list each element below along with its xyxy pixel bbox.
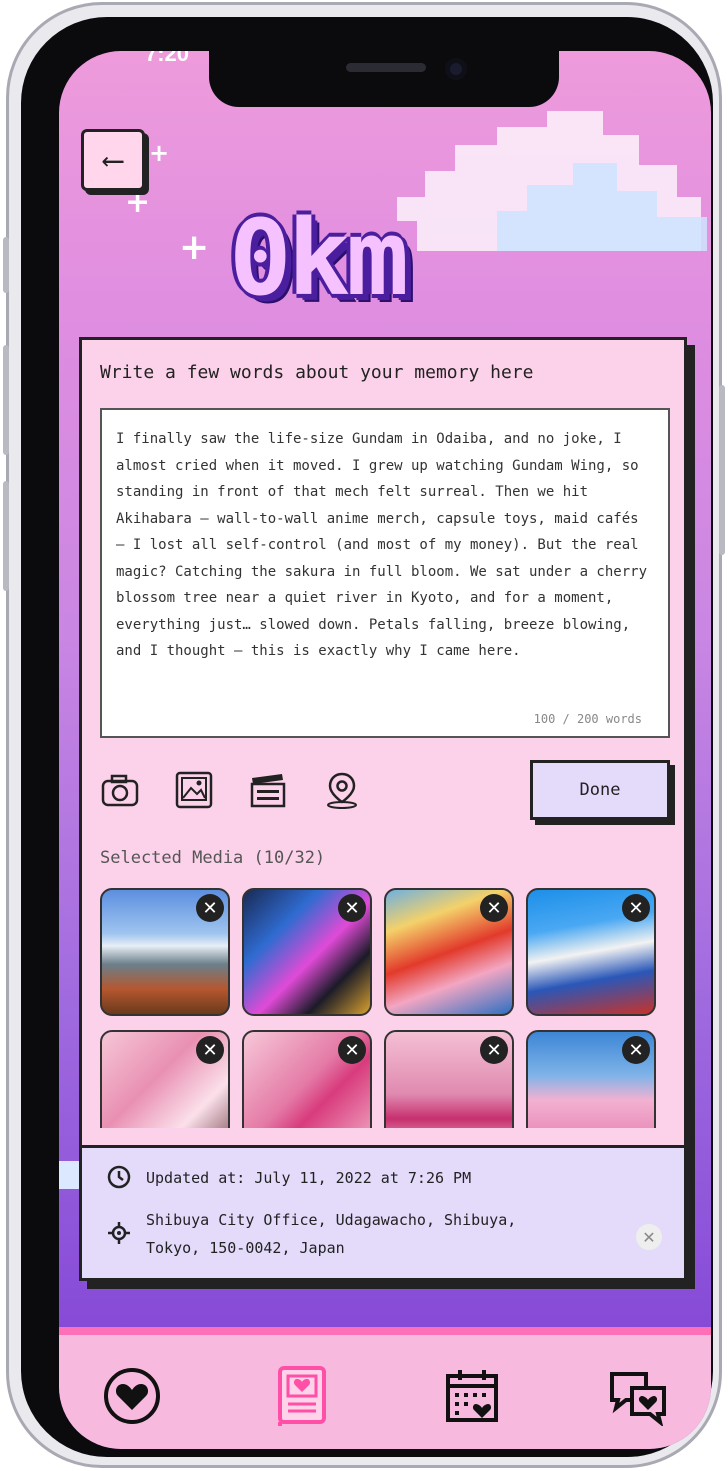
arrow-left-icon: ⟵ [103,142,123,178]
memory-card: Write a few words about your memory here… [79,337,687,1281]
remove-location-button[interactable]: ✕ [636,1224,662,1250]
memory-textarea[interactable]: I finally saw the life-size Gundam in Od… [100,408,670,738]
volume-up-button [3,345,9,455]
remove-media-icon[interactable]: ✕ [480,894,508,922]
updated-at-text: Updated at: July 11, 2022 at 7:26 PM [146,1169,472,1187]
app-screen: + + + 7:20 ⟵ 0km Write a few words about… [59,51,711,1449]
status-time: 7:20 [145,51,190,66]
cloud-decoration [397,111,707,251]
nav-calendar-icon[interactable] [439,1363,505,1429]
remove-media-icon[interactable]: ✕ [480,1036,508,1064]
location-line-1: Shibuya City Office, Udagawacho, Shibuya… [146,1211,517,1229]
image-icon[interactable] [174,770,214,810]
phone-frame: + + + 7:20 ⟵ 0km Write a few words about… [3,2,725,1468]
done-button-label: Done [579,780,621,800]
memory-info-panel: Updated at: July 11, 2022 at 7:26 PM Shi… [79,1145,687,1281]
location-text: Shibuya City Office, Udagawacho, Shibuya… [146,1206,516,1262]
selected-media-title: Selected Media (10/32) [100,848,326,868]
media-thumb[interactable]: ✕ [242,888,372,1016]
location-line-2: Tokyo, 150-0042, Japan [146,1239,345,1257]
speaker [346,63,426,72]
media-thumb[interactable]: ✕ [384,1030,514,1128]
phone-bezel: + + + 7:20 ⟵ 0km Write a few words about… [21,17,713,1457]
volume-down-button [3,481,9,591]
bottom-nav [59,1327,711,1449]
location-pin-icon[interactable] [322,770,362,810]
front-camera [445,58,467,80]
media-grid: ✕ ✕ ✕ ✕ ✕ ✕ ✕ ✕ [100,888,660,1128]
memory-text: I finally saw the life-size Gundam in Od… [116,431,648,659]
sparkle-icon: + [149,139,170,167]
media-toolbar [100,770,362,810]
location-row: Shibuya City Office, Udagawacho, Shibuya… [106,1206,516,1262]
remove-media-icon[interactable]: ✕ [622,894,650,922]
video-icon[interactable] [248,770,288,810]
remove-media-icon[interactable]: ✕ [622,1036,650,1064]
power-button [719,385,725,555]
remove-media-icon[interactable]: ✕ [196,1036,224,1064]
remove-media-icon[interactable]: ✕ [196,894,224,922]
mute-switch [3,237,9,293]
remove-media-icon[interactable]: ✕ [338,1036,366,1064]
media-thumb[interactable]: ✕ [526,1030,656,1128]
clock-icon [107,1165,131,1189]
memory-prompt: Write a few words about your memory here [100,362,534,383]
media-thumb[interactable]: ✕ [384,888,514,1016]
nav-journal-icon[interactable] [269,1363,335,1429]
nav-heart-icon[interactable] [99,1363,165,1429]
media-thumb[interactable]: ✕ [100,1030,230,1128]
notch [209,51,559,107]
media-thumb[interactable]: ✕ [100,888,230,1016]
camera-icon[interactable] [100,770,140,810]
nav-chat-icon[interactable] [605,1363,671,1429]
done-button[interactable]: Done [530,760,670,820]
media-thumb[interactable]: ✕ [526,888,656,1016]
page-title: 0km [229,197,409,319]
updated-row: Updated at: July 11, 2022 at 7:26 PM [106,1164,471,1192]
sparkle-icon: + [179,227,210,268]
word-count: 100 / 200 words [533,712,642,726]
location-target-icon [108,1222,130,1244]
media-thumb[interactable]: ✕ [242,1030,372,1128]
remove-media-icon[interactable]: ✕ [338,894,366,922]
back-button[interactable]: ⟵ [81,129,145,191]
